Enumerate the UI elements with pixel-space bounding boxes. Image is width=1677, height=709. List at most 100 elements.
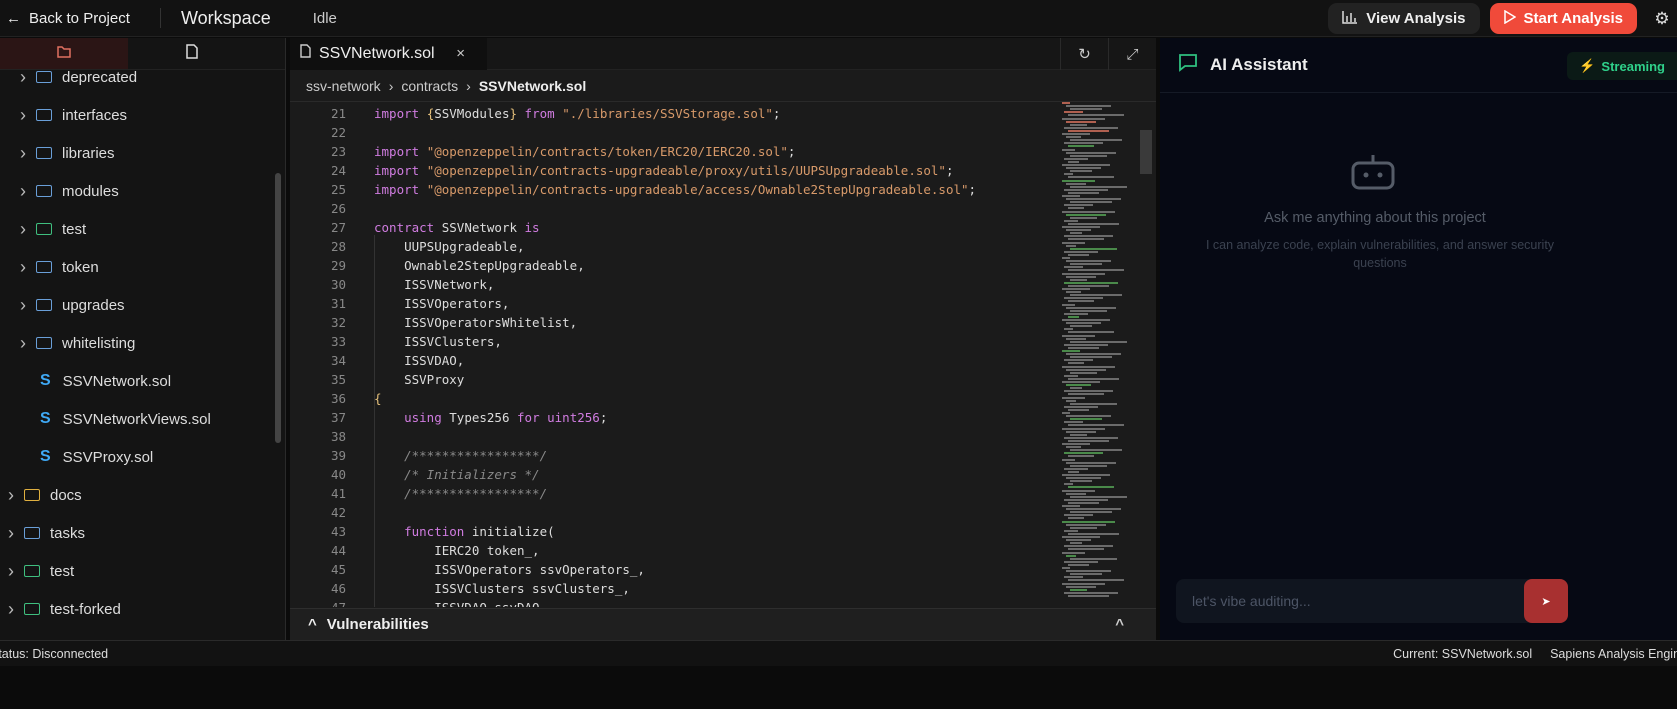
assistant-heading: Ask me anything about this project <box>1264 210 1486 226</box>
code-line: /* Initializers */ <box>374 467 540 482</box>
minimap-line <box>1070 123 1087 126</box>
minimap-line <box>1068 470 1079 473</box>
breadcrumb: ssv-network › contracts › SSVNetwork.sol <box>290 70 1156 102</box>
minimap-line <box>1064 591 1118 594</box>
tree-item[interactable]: › docs <box>8 476 82 514</box>
tree-item[interactable]: › whitelisting <box>20 324 135 362</box>
engine-name: Sapiens Analysis Engine <box>1550 647 1677 661</box>
tree-item-label: deprecated <box>62 68 138 86</box>
minimap-line <box>1062 582 1105 585</box>
breadcrumb-item[interactable]: contracts <box>401 78 458 94</box>
minimap-line <box>1062 536 1100 538</box>
line-number: 32 <box>330 315 346 330</box>
code-editor: SSVNetwork.sol × ↻ ⤢ ssv-network › contract… <box>290 37 1156 640</box>
minimap-line <box>1070 294 1122 297</box>
editor-tab[interactable]: SSVNetwork.sol × <box>290 37 487 70</box>
refresh-icon[interactable]: ↻ <box>1060 38 1108 70</box>
expand-icon[interactable]: ⤢ <box>1108 38 1156 70</box>
sidebar-scrollbar[interactable] <box>275 173 281 443</box>
divider <box>160 8 161 28</box>
code-area[interactable]: 21 import {SSVModules} from "./libraries/… <box>290 102 1060 607</box>
code-line: ISSVNetwork, <box>374 277 495 292</box>
back-to-project-button[interactable]: ← Back to Project <box>0 10 160 27</box>
minimap-line <box>1064 498 1108 501</box>
minimap-line <box>1070 201 1112 204</box>
minimap-line <box>1068 377 1119 380</box>
minimap[interactable] <box>1060 102 1136 607</box>
minimap-line <box>1068 222 1119 225</box>
tree-item[interactable]: › token <box>20 248 99 286</box>
minimap-line <box>1066 182 1086 185</box>
line-number: 33 <box>330 334 346 349</box>
line-number: 47 <box>290 598 346 607</box>
code-line: /*****************/ <box>374 448 548 463</box>
minimap-line <box>1064 560 1098 563</box>
editor-scrollbar[interactable] <box>1140 130 1152 174</box>
tree-item[interactable]: › test <box>8 552 74 590</box>
tab-file[interactable] <box>128 38 256 69</box>
minimap-line <box>1068 501 1099 504</box>
tree-item[interactable]: S SSVNetwork.sol <box>38 362 171 400</box>
ai-assistant-panel: AI Assistant ⚡ Streaming Ask me anything … <box>1160 38 1677 640</box>
minimap-line <box>1066 120 1096 123</box>
send-button[interactable]: ➤ <box>1524 579 1568 623</box>
minimap-line <box>1064 173 1073 176</box>
minimap-line <box>1062 412 1070 414</box>
minimap-line <box>1066 523 1106 526</box>
tree-item[interactable]: › deprecated <box>20 58 137 96</box>
code-line: UUPSUpgradeable, <box>374 239 525 254</box>
minimap-line <box>1064 204 1093 207</box>
minimap-line <box>1068 269 1124 272</box>
minimap-line <box>1070 402 1117 405</box>
minimap-line <box>1064 390 1113 393</box>
tree-item[interactable]: › test <box>20 210 86 248</box>
code-line: ISSVClusters, <box>374 334 502 349</box>
chevron-up-icon[interactable]: ^ <box>1115 616 1124 633</box>
minimap-line <box>1066 430 1096 433</box>
tree-item[interactable]: S SSVProxy.sol <box>38 438 153 476</box>
tree-item[interactable]: › modules <box>20 172 119 210</box>
minimap-line <box>1062 288 1090 290</box>
minimap-line <box>1068 424 1124 427</box>
view-analysis-button[interactable]: View Analysis <box>1328 3 1480 34</box>
minimap-line <box>1070 356 1112 359</box>
tree-item-label: modules <box>62 182 119 200</box>
tree-item[interactable]: › upgrades <box>20 286 125 324</box>
line-number: 29 <box>330 258 346 273</box>
minimap-line <box>1068 362 1084 365</box>
tree-item-label: SSVNetworkViews.sol <box>62 410 211 428</box>
line-number: 36 <box>330 391 346 406</box>
minimap-line <box>1062 458 1075 461</box>
code-line: IERC20 token_, <box>374 543 540 558</box>
minimap-line <box>1066 105 1111 108</box>
minimap-line <box>1070 557 1117 560</box>
code-line: contract SSVNetwork is <box>374 220 540 235</box>
minimap-line <box>1068 548 1104 551</box>
bar-chart-icon <box>1342 10 1358 28</box>
tree-item-label: whitelisting <box>62 334 136 352</box>
tree-item[interactable]: S SSVNetworkViews.sol <box>38 400 211 438</box>
minimap-line <box>1068 114 1124 117</box>
minimap-line <box>1068 331 1114 334</box>
start-analysis-button[interactable]: Start Analysis <box>1489 3 1637 34</box>
minimap-line <box>1064 142 1103 145</box>
minimap-line <box>1062 210 1115 213</box>
breadcrumb-item[interactable]: ssv-network <box>306 78 381 94</box>
tree-item[interactable]: › test-forked <box>8 590 121 628</box>
close-tab-icon[interactable]: × <box>456 45 465 62</box>
minimap-line <box>1062 102 1070 104</box>
chat-input[interactable] <box>1176 579 1536 623</box>
minimap-line <box>1070 139 1122 142</box>
tree-item[interactable]: › interfaces <box>20 96 127 134</box>
code-line: import "@openzeppelin/contracts/token/ER… <box>374 144 796 159</box>
code-line: Ownable2StepUpgradeable, <box>374 258 585 273</box>
chevron-up-icon: ^ <box>308 616 317 633</box>
tree-item[interactable]: › libraries <box>20 134 115 172</box>
minimap-line <box>1064 188 1108 191</box>
minimap-line <box>1066 167 1101 170</box>
gear-icon[interactable]: ⚙ <box>1647 9 1677 29</box>
tree-item[interactable]: › tasks <box>8 514 85 552</box>
vulnerabilities-panel-toggle[interactable]: ^ Vulnerabilities ^ <box>290 608 1156 640</box>
minimap-line <box>1066 585 1096 588</box>
minimap-line <box>1068 300 1094 303</box>
